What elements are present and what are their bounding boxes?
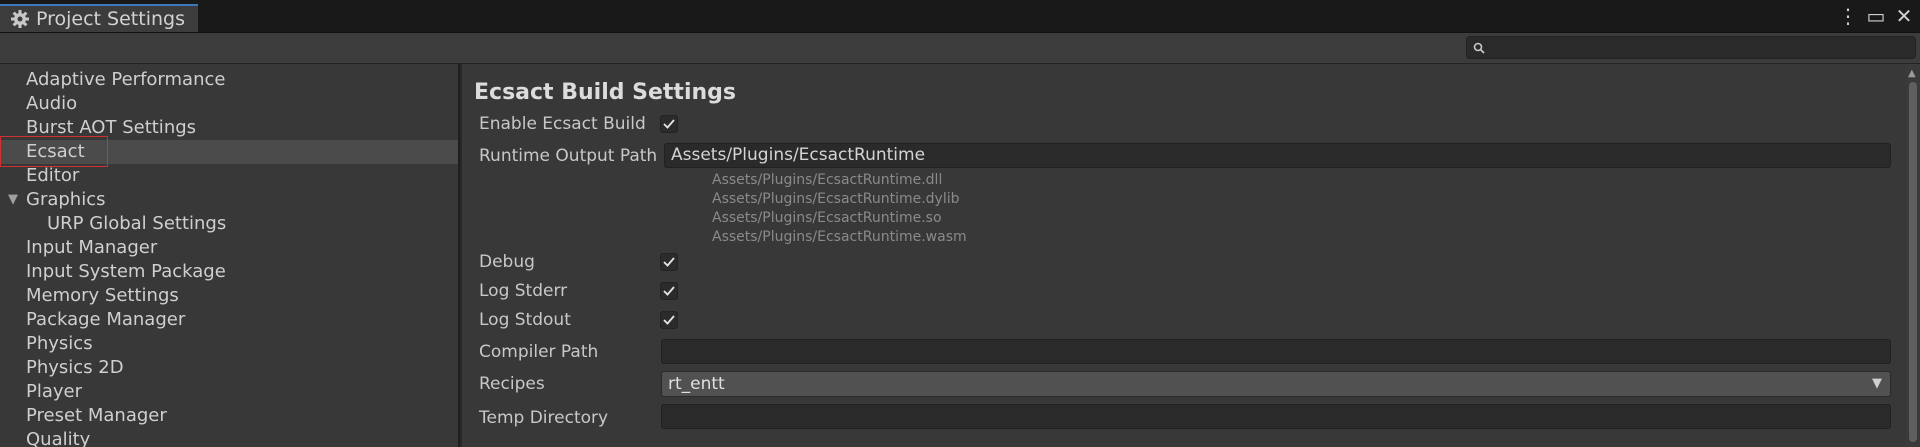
search-input[interactable] [1491, 37, 1915, 60]
sidebar-item-memory-settings[interactable]: Memory Settings [0, 284, 458, 308]
window-tab-bar: Project Settings ⋮ ▭ ✕ [0, 0, 1920, 33]
sidebar-item-label: Ecsact [26, 141, 85, 162]
checkmark-icon [663, 315, 675, 325]
sidebar-item-label: Input Manager [26, 237, 158, 258]
temp-directory-label: Temp Directory [479, 408, 609, 428]
maximize-icon[interactable]: ▭ [1866, 4, 1886, 28]
runtime-output-path-field[interactable]: Assets/Plugins/EcsactRuntime [664, 143, 1891, 168]
search-box[interactable] [1466, 36, 1916, 60]
sidebar-item-label: Adaptive Performance [26, 69, 226, 90]
sidebar-item-label: Package Manager [26, 309, 186, 330]
sidebar-item-adaptive-performance[interactable]: Adaptive Performance [0, 68, 458, 92]
chevron-down-icon: ▼ [1872, 376, 1882, 391]
sidebar-item-physics[interactable]: Physics [0, 332, 458, 356]
checkmark-icon [663, 119, 675, 129]
sidebar-item-label: Memory Settings [26, 285, 179, 306]
more-options-icon[interactable]: ⋮ [1838, 4, 1858, 28]
output-hint-dll: Assets/Plugins/EcsactRuntime.dll [712, 172, 943, 188]
sidebar-item-input-system-package[interactable]: Input System Package [0, 260, 458, 284]
tab-title: Project Settings [36, 8, 185, 30]
log-stderr-label: Log Stderr [479, 281, 568, 301]
sidebar-item-label: Input System Package [26, 261, 226, 282]
sidebar-item-label: Physics 2D [26, 357, 124, 378]
sidebar-item-input-manager[interactable]: Input Manager [0, 236, 458, 260]
runtime-output-path-label: Runtime Output Path [479, 146, 658, 166]
enable-build-label: Enable Ecsact Build [479, 114, 646, 134]
sidebar-item-label: Graphics [26, 189, 106, 210]
sidebar-item-player[interactable]: Player [0, 380, 458, 404]
sidebar-item-label: URP Global Settings [47, 213, 227, 234]
debug-checkbox[interactable] [660, 253, 678, 271]
settings-sidebar: Adaptive Performance Audio Burst AOT Set… [0, 64, 460, 447]
toolbar [0, 33, 1920, 64]
close-icon[interactable]: ✕ [1894, 4, 1914, 28]
settings-content: Ecsact Build Settings Enable Ecsact Buil… [462, 64, 1920, 447]
compiler-path-label: Compiler Path [479, 342, 599, 362]
checkmark-icon [663, 286, 675, 296]
temp-directory-field[interactable] [661, 404, 1891, 429]
log-stderr-checkbox[interactable] [660, 282, 678, 300]
search-icon [1473, 42, 1485, 54]
sidebar-item-preset-manager[interactable]: Preset Manager [0, 404, 458, 428]
expand-arrow-icon[interactable]: ▼ [8, 188, 18, 212]
window-controls: ⋮ ▭ ✕ [1838, 4, 1914, 28]
sidebar-item-burst-aot-settings[interactable]: Burst AOT Settings [0, 116, 458, 140]
log-stdout-label: Log Stdout [479, 310, 571, 330]
sidebar-item-audio[interactable]: Audio [0, 92, 458, 116]
sidebar-item-label: Burst AOT Settings [26, 117, 197, 138]
recipes-selected-value: rt_entt [668, 374, 725, 394]
recipes-dropdown[interactable]: rt_entt ▼ [661, 371, 1891, 397]
sidebar-item-package-manager[interactable]: Package Manager [0, 308, 458, 332]
debug-label: Debug [479, 252, 535, 272]
sidebar-item-ecsact[interactable]: Ecsact [0, 140, 458, 164]
sidebar-item-graphics[interactable]: ▼ Graphics [0, 188, 458, 212]
sidebar-item-label: Physics [26, 333, 93, 354]
sidebar-item-quality[interactable]: Quality [0, 428, 458, 447]
sidebar-item-label: Player [26, 381, 83, 402]
sidebar-item-label: Editor [26, 165, 80, 186]
page-title: Ecsact Build Settings [474, 80, 736, 105]
output-hint-so: Assets/Plugins/EcsactRuntime.so [712, 210, 942, 226]
log-stdout-checkbox[interactable] [660, 311, 678, 329]
sidebar-item-physics-2d[interactable]: Physics 2D [0, 356, 458, 380]
scroll-up-arrow-icon[interactable]: ▲ [1908, 68, 1916, 79]
sidebar-item-label: Audio [26, 93, 78, 114]
sidebar-item-editor[interactable]: Editor [0, 164, 458, 188]
compiler-path-field[interactable] [661, 339, 1891, 364]
sidebar-item-urp-global-settings[interactable]: URP Global Settings [0, 212, 458, 236]
scrollbar-thumb[interactable] [1909, 82, 1917, 442]
gear-icon [11, 10, 29, 28]
recipes-label: Recipes [479, 374, 545, 394]
output-hint-wasm: Assets/Plugins/EcsactRuntime.wasm [712, 229, 967, 245]
project-settings-tab[interactable]: Project Settings [0, 4, 198, 32]
sidebar-item-label: Preset Manager [26, 405, 167, 426]
sidebar-item-label: Quality [26, 429, 91, 447]
output-hint-dylib: Assets/Plugins/EcsactRuntime.dylib [712, 191, 960, 207]
checkmark-icon [663, 257, 675, 267]
vertical-scrollbar[interactable]: ▲ [1906, 64, 1920, 447]
enable-build-checkbox[interactable] [660, 115, 678, 133]
